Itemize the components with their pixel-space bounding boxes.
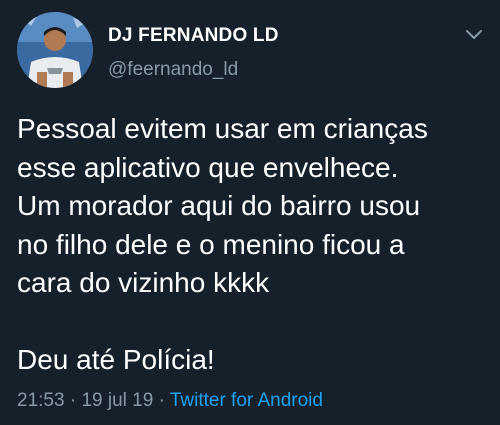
tweet-text-line: Deu até Polícia! (17, 344, 215, 375)
meta-separator: · (69, 390, 77, 411)
tweet-text-line: no filho dele e o menino ficou a (17, 228, 405, 260)
chevron-down-icon[interactable] (464, 27, 484, 43)
tweet-text-line: cara do vizinho kkkk (17, 267, 270, 298)
user-handle[interactable]: @feernando_ld (108, 59, 238, 81)
tweet-source-link[interactable]: Twitter for Android (170, 390, 323, 411)
avatar-photo (17, 12, 93, 88)
tweet-time[interactable]: 21:53 (17, 390, 65, 411)
tweet-text: Pessoal evitem usar em crianças esse apl… (17, 110, 487, 380)
tweet-card: DJ FERNANDO LD @feernando_ld Pessoal evi… (0, 0, 500, 425)
avatar[interactable] (17, 12, 93, 88)
tweet-text-line: esse aplicativo que envelhece. (17, 151, 399, 183)
tweet-text-line: Pessoal evitem usar em crianças (17, 113, 428, 144)
tweet-date[interactable]: 19 jul 19 (81, 390, 153, 411)
display-name[interactable]: DJ FERNANDO LD (108, 25, 279, 47)
meta-separator: · (158, 390, 165, 411)
tweet-meta: 21:53 · 19 jul 19 · Twitter for Android (17, 390, 323, 412)
tweet-text-line: Um morador aqui do bairro usou (17, 190, 421, 221)
